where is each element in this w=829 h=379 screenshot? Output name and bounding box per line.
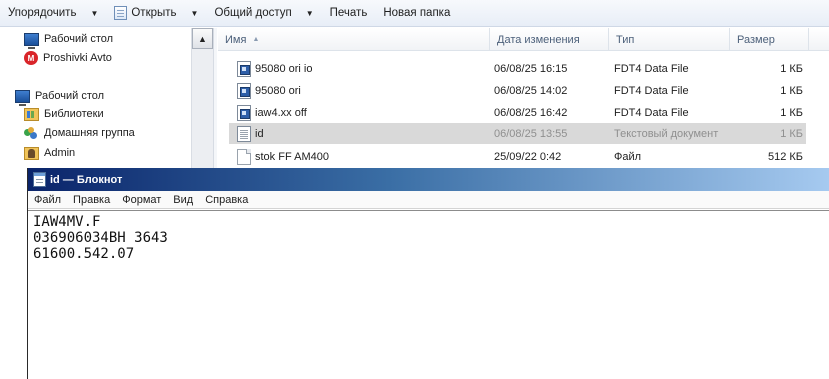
chevron-down-icon: ▼	[190, 8, 199, 18]
column-header-size[interactable]: Размер	[730, 28, 809, 51]
text-line: 036906034BH 3643	[33, 230, 168, 246]
file-row[interactable]: stok FF AM400 25/09/22 0:42 Файл 512 КБ	[229, 146, 806, 167]
nav-item-admin[interactable]: Admin	[24, 144, 75, 162]
chevron-down-icon: ▼	[90, 8, 99, 18]
column-header-label: Тип	[616, 33, 635, 46]
notepad-menubar: Файл Правка Формат Вид Справка	[28, 191, 829, 209]
notepad-icon	[33, 172, 46, 187]
file-date: 06/08/25 14:02	[494, 84, 568, 97]
fdt-file-icon	[237, 61, 251, 77]
file-row-selected[interactable]: id 06/08/25 13:55 Текстовый документ 1 К…	[229, 123, 806, 144]
new-folder-label: Новая папка	[383, 7, 451, 19]
print-button[interactable]: Печать	[322, 0, 376, 27]
pane-divider[interactable]	[213, 28, 217, 173]
desktop-icon	[15, 89, 30, 106]
file-size: 1 КБ	[780, 62, 803, 75]
nav-item-libraries[interactable]: Библиотеки	[24, 105, 104, 123]
file-date: 06/08/25 16:15	[494, 62, 568, 75]
text-line: 61600.542.07	[33, 246, 135, 262]
column-header-bar: Имя ▲ Дата изменения Тип Размер	[218, 28, 829, 51]
nav-item-desktop-favorite[interactable]: Рабочий стол	[24, 30, 114, 49]
sort-ascending-icon: ▲	[252, 36, 260, 43]
text-line: IAW4MV.F	[33, 214, 101, 230]
menu-help[interactable]: Справка	[199, 191, 254, 209]
fdt-file-icon	[237, 83, 251, 99]
file-list: Имя ▲ Дата изменения Тип Размер 95080 or…	[218, 28, 829, 173]
menu-format[interactable]: Формат	[116, 191, 167, 209]
file-size: 512 КБ	[767, 150, 803, 163]
explorer-toolbar: Упорядочить ▼ Открыть ▼ Общий доступ ▼ П…	[0, 0, 829, 27]
file-name: id	[255, 127, 264, 140]
desktop-icon	[24, 32, 39, 49]
column-header-date[interactable]: Дата изменения	[490, 28, 609, 51]
nav-item-label: Рабочий стол	[35, 90, 105, 102]
open-button[interactable]: Открыть ▼	[106, 0, 206, 27]
menu-edit[interactable]: Правка	[67, 191, 116, 209]
library-icon	[24, 107, 39, 121]
notepad-text-area[interactable]: IAW4MV.F 036906034BH 3643 61600.542.07	[28, 210, 829, 379]
file-type: Текстовый документ	[614, 127, 719, 140]
user-folder-icon	[24, 146, 39, 160]
nav-item-label: Admin	[44, 147, 76, 159]
file-row[interactable]: 95080 ori 06/08/25 14:02 FDT4 Data File …	[229, 80, 806, 101]
nav-item-label: Домашняя группа	[44, 127, 135, 139]
text-file-icon	[237, 126, 251, 142]
nav-item-label: Proshivki Avto	[43, 52, 112, 64]
nav-item-label: Рабочий стол	[44, 33, 114, 45]
chevron-down-icon: ▼	[305, 8, 314, 18]
notepad-window: id — Блокнот Файл Правка Формат Вид Спра…	[27, 168, 829, 379]
nav-item-homegroup[interactable]: Домашняя группа	[24, 124, 135, 142]
file-name: iaw4.xx off	[255, 106, 307, 119]
file-date: 06/08/25 13:55	[494, 127, 568, 140]
column-header-label: Размер	[737, 33, 775, 46]
column-header-label: Дата изменения	[497, 33, 580, 46]
notepad-app-icon	[114, 6, 128, 20]
file-size: 1 КБ	[780, 106, 803, 119]
file-size: 1 КБ	[780, 127, 803, 140]
file-date: 06/08/25 16:42	[494, 106, 568, 119]
print-label: Печать	[329, 7, 368, 19]
triangle-up-icon: ▲	[198, 33, 207, 44]
file-type: FDT4 Data File	[614, 106, 689, 119]
menu-view[interactable]: Вид	[167, 191, 199, 209]
file-row[interactable]: 95080 ori io 06/08/25 16:15 FDT4 Data Fi…	[229, 58, 806, 79]
file-name: 95080 ori	[255, 84, 301, 97]
file-row[interactable]: iaw4.xx off 06/08/25 16:42 FDT4 Data Fil…	[229, 102, 806, 123]
organize-label: Упорядочить	[8, 7, 77, 19]
file-date: 25/09/22 0:42	[494, 150, 562, 163]
file-icon	[237, 149, 251, 165]
fdt-file-icon	[237, 105, 251, 121]
mega-icon: M	[24, 51, 38, 65]
nav-item-desktop[interactable]: Рабочий стол	[15, 87, 105, 106]
nav-item-label: Библиотеки	[44, 108, 104, 120]
column-header-name[interactable]: Имя ▲	[218, 28, 490, 51]
file-type: FDT4 Data File	[614, 84, 689, 97]
file-size: 1 КБ	[780, 84, 803, 97]
homegroup-icon	[24, 126, 39, 140]
organize-button[interactable]: Упорядочить ▼	[0, 0, 106, 27]
file-type: FDT4 Data File	[614, 62, 689, 75]
new-folder-button[interactable]: Новая папка	[375, 0, 458, 27]
share-button[interactable]: Общий доступ ▼	[206, 0, 321, 27]
nav-item-proshivki-avto[interactable]: M Proshivki Avto	[24, 49, 112, 67]
file-name: 95080 ori io	[255, 62, 313, 75]
file-name: stok FF AM400	[255, 150, 329, 163]
column-header-type[interactable]: Тип	[609, 28, 730, 51]
scroll-up-button[interactable]: ▲	[192, 28, 213, 49]
menu-file[interactable]: Файл	[28, 191, 67, 209]
column-header-label: Имя	[225, 33, 247, 46]
nav-scrollbar[interactable]: ▲	[191, 28, 213, 173]
file-type: Файл	[614, 150, 642, 163]
navigation-pane: Рабочий стол M Proshivki Avto Рабочий ст…	[0, 28, 191, 173]
open-label: Открыть	[131, 7, 177, 19]
share-label: Общий доступ	[214, 7, 292, 19]
notepad-titlebar[interactable]: id — Блокнот	[28, 168, 829, 191]
notepad-title: id — Блокнот	[50, 173, 123, 186]
